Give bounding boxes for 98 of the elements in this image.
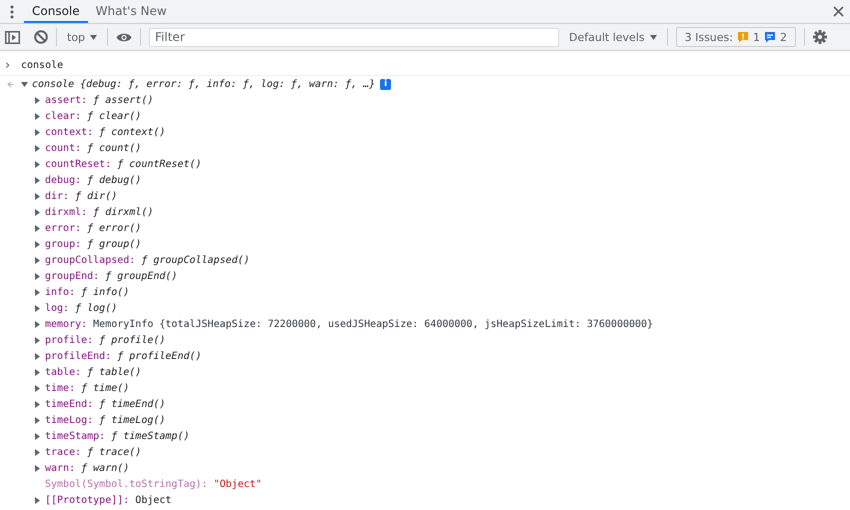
collapsed-triangle-icon[interactable] <box>34 272 41 280</box>
property-value: ƒ timeStamp() <box>111 430 190 442</box>
property-value: ƒ context() <box>99 126 166 138</box>
property-value: ƒ warn() <box>81 462 130 474</box>
collapsed-triangle-icon[interactable] <box>34 384 41 392</box>
property-key: count: <box>45 142 82 154</box>
sidebar-toggle-icon[interactable] <box>5 30 20 44</box>
property-key: dirxml: <box>45 206 88 218</box>
property-key: groupCollapsed: <box>45 254 136 266</box>
property-value: ƒ groupCollapsed() <box>141 254 250 266</box>
result-arrow-icon <box>7 80 14 88</box>
property-value: ƒ dir() <box>75 190 118 202</box>
warning-icon <box>737 31 749 43</box>
collapsed-triangle-icon[interactable] <box>34 336 41 344</box>
settings-icon[interactable] <box>813 30 827 44</box>
property-key: [[Prototype]]: <box>45 494 130 506</box>
collapsed-triangle-icon[interactable] <box>34 160 41 168</box>
property-key: dir: <box>45 190 70 202</box>
property-key: group: <box>45 238 82 250</box>
property-key: timeLog: <box>45 414 94 426</box>
property-value: ƒ log() <box>75 302 118 314</box>
property-key: log: <box>45 302 70 314</box>
eye-icon[interactable] <box>116 32 132 42</box>
property-key: assert: <box>45 94 88 106</box>
collapsed-triangle-icon[interactable] <box>34 240 41 248</box>
property-value: ƒ timeLog() <box>99 414 166 426</box>
property-key: profile: <box>45 334 94 346</box>
property-value: ƒ group() <box>87 238 142 250</box>
property-value: ƒ dirxml() <box>93 206 154 218</box>
property-key: error: <box>45 222 82 234</box>
property-key: warn: <box>45 462 76 474</box>
property-key: groupEnd: <box>45 270 100 282</box>
property-key: timeStamp: <box>45 430 106 442</box>
input-prompt-icon: › <box>5 58 21 72</box>
property-value: MemoryInfo {totalJSHeapSize: 72200000, usedJSHeapSize: 64000000, jsHeapSizeLimit: 3760000000} <box>93 318 654 330</box>
collapsed-triangle-icon[interactable] <box>34 96 41 104</box>
info-badge[interactable]: i <box>380 78 392 90</box>
property-value: ƒ table() <box>87 366 142 378</box>
close-icon[interactable] <box>833 6 844 17</box>
caret-icon <box>90 34 98 40</box>
property-value: ƒ countReset() <box>117 158 202 170</box>
collapsed-triangle-icon[interactable] <box>34 176 41 184</box>
property-key: countReset: <box>45 158 112 170</box>
message-icon <box>764 31 776 43</box>
property-value: ƒ profileEnd() <box>117 350 202 362</box>
collapsed-triangle-icon[interactable] <box>34 368 41 376</box>
collapsed-triangle-icon[interactable] <box>34 352 41 360</box>
collapsed-triangle-icon[interactable] <box>34 320 41 328</box>
property-value: ƒ debug() <box>87 174 142 186</box>
collapsed-triangle-icon[interactable] <box>34 464 41 472</box>
property-key: Symbol(Symbol.toStringTag): <box>45 478 208 490</box>
filter-field[interactable]: Filter <box>149 28 560 46</box>
collapsed-triangle-icon[interactable] <box>34 112 41 120</box>
property-key: info: <box>45 286 76 298</box>
object-summary[interactable]: console {debug: ƒ, error: ƒ, info: ƒ, log: ƒ, warn: ƒ, …} <box>32 78 376 90</box>
property-value: ƒ clear() <box>87 110 142 122</box>
collapsed-triangle-icon[interactable] <box>34 144 41 152</box>
caret-icon <box>650 34 657 40</box>
property-value: ƒ trace() <box>87 446 142 458</box>
collapsed-triangle-icon[interactable] <box>34 224 41 232</box>
property-key: context: <box>45 126 94 138</box>
property-key: time: <box>45 382 76 394</box>
property-key: trace: <box>45 446 82 458</box>
collapsed-triangle-icon[interactable] <box>34 496 41 504</box>
property-value: ƒ time() <box>81 382 130 394</box>
property-value: ƒ timeEnd() <box>99 398 166 410</box>
expanded-triangle-icon[interactable] <box>21 80 28 88</box>
property-key: table: <box>45 366 82 378</box>
property-key: clear: <box>45 110 82 122</box>
property-key: timeEnd: <box>45 398 94 410</box>
input-text: console <box>21 60 64 70</box>
log-levels-dropdown[interactable]: Default levels <box>567 30 659 44</box>
collapsed-triangle-icon[interactable] <box>34 416 41 424</box>
context-dropdown[interactable]: top <box>65 30 100 44</box>
collapsed-triangle-icon[interactable] <box>34 400 41 408</box>
collapsed-triangle-icon[interactable] <box>34 432 41 440</box>
collapsed-triangle-icon[interactable] <box>34 192 41 200</box>
issues-button[interactable]: 3 Issues: 1 2 <box>676 27 796 47</box>
property-value: ƒ info() <box>81 286 130 298</box>
property-value: ƒ groupEnd() <box>105 270 178 282</box>
property-value: ƒ assert() <box>93 94 154 106</box>
more-menu-icon[interactable] <box>10 4 14 18</box>
collapsed-triangle-icon[interactable] <box>34 208 41 216</box>
property-value: ƒ profile() <box>99 334 166 346</box>
collapsed-triangle-icon[interactable] <box>34 448 41 456</box>
panel-tab[interactable]: What's New <box>88 0 175 23</box>
property-key: debug: <box>45 174 82 186</box>
property-key: memory: <box>45 318 88 330</box>
property-value: "Object" <box>214 478 262 490</box>
collapsed-triangle-icon[interactable] <box>34 256 41 264</box>
property-value: Object <box>135 494 172 506</box>
property-key: profileEnd: <box>45 350 112 362</box>
collapsed-triangle-icon[interactable] <box>34 304 41 312</box>
clear-console-icon[interactable] <box>34 30 48 44</box>
collapsed-triangle-icon[interactable] <box>34 288 41 296</box>
property-value: ƒ error() <box>87 222 142 234</box>
collapsed-triangle-icon[interactable] <box>34 128 41 136</box>
property-value: ƒ count() <box>87 142 142 154</box>
